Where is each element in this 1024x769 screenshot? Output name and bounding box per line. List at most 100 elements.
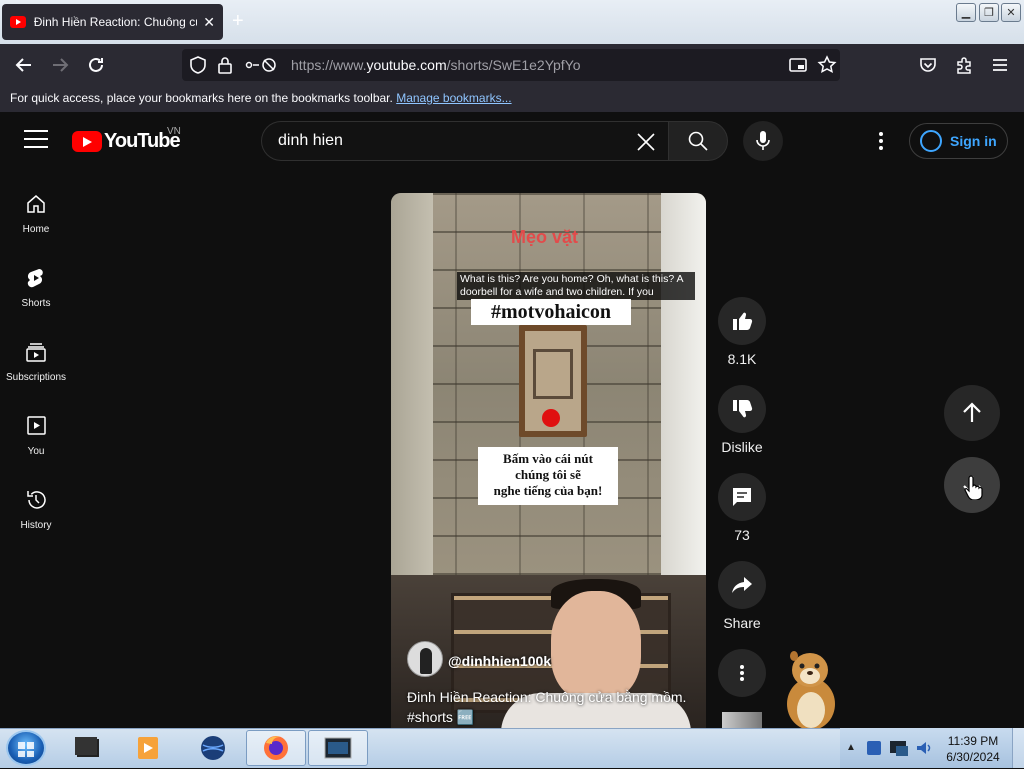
hand-cursor-icon <box>964 475 983 500</box>
restore-button[interactable]: ❐ <box>979 3 999 22</box>
reactor-face <box>551 591 641 701</box>
extensions-button[interactable] <box>954 55 974 75</box>
system-clock[interactable]: 11:39 PM 6/30/2024 <box>938 733 1008 765</box>
close-icon <box>637 133 655 151</box>
video-title: Đinh Hiền Reaction: Chuông cửa bằng mồm.… <box>407 687 697 727</box>
comments-button[interactable] <box>718 473 766 521</box>
hamburger-icon <box>24 130 48 132</box>
pocket-icon <box>920 58 936 72</box>
minimize-button[interactable]: ▁ <box>956 3 976 22</box>
url-text[interactable]: https://www.youtube.com/shorts/SwE1e2Ypf… <box>291 57 581 73</box>
tab-close-icon[interactable]: ✕ <box>203 14 215 31</box>
red-button-image <box>542 409 560 427</box>
shield-icon[interactable] <box>189 56 207 74</box>
guide-menu-button[interactable] <box>24 130 48 150</box>
sidebar-label: Home <box>22 224 50 235</box>
clock-date: 6/30/2024 <box>946 750 1000 764</box>
app-menu-button[interactable] <box>990 55 1010 75</box>
tray-expand-icon[interactable]: ▲ <box>846 742 856 753</box>
shorts-icon <box>24 266 48 290</box>
youtube-logo[interactable]: YouTube <box>72 130 181 153</box>
account-icon <box>920 130 942 152</box>
like-count: 8.1K <box>727 351 757 367</box>
sidebar-item-history[interactable]: History <box>0 480 72 554</box>
shorts-video-player[interactable]: Mẹo vặt What is this? Are you home? Oh, … <box>391 193 706 728</box>
share-arrow-icon <box>732 577 752 593</box>
lock-icon[interactable] <box>217 56 233 74</box>
url-bar[interactable]: https://www.youtube.com/shorts/SwE1e2Ypf… <box>182 49 840 81</box>
video-frame-left <box>391 193 433 575</box>
like-button[interactable] <box>718 297 766 345</box>
close-window-button[interactable]: ✕ <box>1001 3 1021 22</box>
app-window-icon <box>324 737 352 759</box>
voice-search-button[interactable] <box>743 121 783 161</box>
windows-logo-icon <box>18 742 34 757</box>
reload-button[interactable] <box>86 55 106 75</box>
audio-thumbnail[interactable] <box>722 712 762 728</box>
taskbar-item-app-window[interactable] <box>308 730 368 766</box>
sidebar-label: You <box>27 446 45 457</box>
back-arrow-icon <box>15 58 31 72</box>
youtube-favicon-icon <box>10 16 26 28</box>
manage-bookmarks-link[interactable]: Manage bookmarks... <box>396 91 511 105</box>
hamburger-icon-line <box>24 146 48 148</box>
search-button[interactable] <box>668 121 728 161</box>
more-actions-button[interactable] <box>718 649 766 697</box>
share-label: Share <box>723 615 761 631</box>
sidebar-item-shorts[interactable]: Shorts <box>0 258 72 332</box>
puzzle-icon <box>957 57 971 74</box>
sidebar-item-home[interactable]: Home <box>0 184 72 258</box>
vertical-dots-icon <box>879 132 883 150</box>
tray-app-icon[interactable] <box>864 738 884 758</box>
volume-icon[interactable] <box>914 738 934 758</box>
library-icon <box>24 414 48 438</box>
url-path: /shorts/SwE1e2YpfYo <box>446 57 581 73</box>
microphone-icon <box>756 131 770 150</box>
settings-more-button[interactable] <box>868 128 894 154</box>
bookmarks-toolbar: For quick access, place your bookmarks h… <box>0 86 1024 112</box>
sidebar-item-subscriptions[interactable]: Subscriptions <box>0 332 72 406</box>
notice-line: Bấm vào cái nút <box>503 451 593 466</box>
country-code: VN <box>167 126 181 137</box>
permissions-icon[interactable] <box>244 56 278 74</box>
video-title-line: Đinh Hiền Reaction: Chuông cửa bằng mồm. <box>407 689 687 705</box>
video-frame-right <box>661 193 706 575</box>
sidebar-item-you[interactable]: You <box>0 406 72 480</box>
bookmark-star-icon[interactable] <box>817 55 837 75</box>
new-tab-button[interactable]: + <box>232 10 244 33</box>
taskbar-item-media-player[interactable] <box>118 730 178 766</box>
picture-in-picture-icon[interactable] <box>789 56 807 74</box>
share-button[interactable] <box>718 561 766 609</box>
video-caption: What is this? Are you home? Oh, what is … <box>457 272 695 300</box>
taskbar-item-network[interactable] <box>183 730 243 766</box>
channel-avatar[interactable] <box>407 641 443 677</box>
pocket-button[interactable] <box>918 55 938 75</box>
browser-tab-active[interactable]: Đinh Hiền Reaction: Chuông cửa ✕ <box>2 4 223 40</box>
taskbar-item-firefox[interactable] <box>246 730 306 766</box>
computer-icon <box>75 737 99 757</box>
url-prefix: https://www. <box>291 57 367 73</box>
show-desktop-button[interactable] <box>1012 728 1024 768</box>
video-hashtags[interactable]: #shorts 🆓 <box>407 707 697 727</box>
taskbar-item-computer[interactable] <box>58 730 118 766</box>
home-icon <box>24 192 48 216</box>
forward-button[interactable] <box>50 55 70 75</box>
firefox-icon <box>264 736 288 760</box>
channel-name-link[interactable]: @dinhhien100k <box>448 653 551 669</box>
clear-search-icon[interactable] <box>632 128 660 156</box>
dislike-label: Dislike <box>721 439 763 455</box>
start-button[interactable] <box>6 730 46 766</box>
sign-in-label: Sign in <box>950 133 997 149</box>
arrow-up-icon <box>963 402 981 422</box>
previous-short-button[interactable] <box>944 385 1000 441</box>
sidebar-label: Subscriptions <box>5 372 67 383</box>
hamburger-icon-line <box>24 138 48 140</box>
search-input[interactable]: dinh hien <box>261 121 668 161</box>
dislike-button[interactable] <box>718 385 766 433</box>
network-status-icon[interactable] <box>888 738 910 758</box>
back-button[interactable] <box>14 55 34 75</box>
sign-in-button[interactable]: Sign in <box>909 123 1008 159</box>
video-overlay-title: Mẹo vặt <box>511 227 579 247</box>
tab-title: Đinh Hiền Reaction: Chuông cửa <box>33 15 198 29</box>
youtube-play-icon <box>72 131 102 152</box>
